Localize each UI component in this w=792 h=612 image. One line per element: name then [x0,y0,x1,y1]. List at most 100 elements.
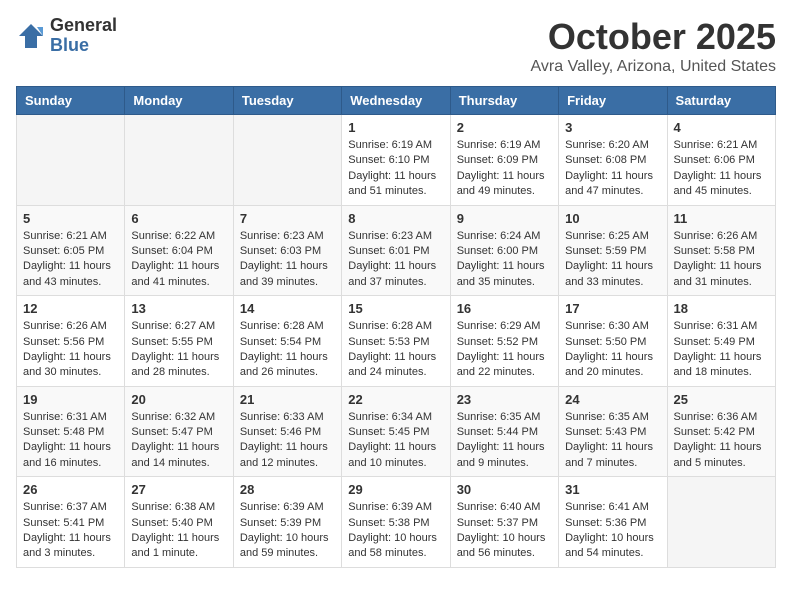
day-cell [125,115,233,206]
day-number: 29 [348,482,443,497]
day-number: 24 [565,392,660,407]
day-number: 23 [457,392,552,407]
day-number: 1 [348,120,443,135]
day-cell: 5 Sunrise: 6:21 AM Sunset: 6:05 PM Daylig… [17,205,125,296]
day-cell: 12 Sunrise: 6:26 AM Sunset: 5:56 PM Dayli… [17,296,125,387]
day-info: Sunrise: 6:28 AM Sunset: 5:53 PM Dayligh… [348,319,443,381]
day-cell: 16 Sunrise: 6:29 AM Sunset: 5:52 PM Dayli… [450,296,558,387]
day-info: Sunrise: 6:19 AM Sunset: 6:10 PM Dayligh… [348,138,443,200]
day-number: 20 [131,392,226,407]
day-cell: 21 Sunrise: 6:33 AM Sunset: 5:46 PM Dayli… [233,386,341,477]
day-cell: 6 Sunrise: 6:22 AM Sunset: 6:04 PM Daylig… [125,205,233,296]
day-cell [667,477,775,568]
day-cell: 28Sunrise: 6:39 AM Sunset: 5:39 PM Dayli… [233,477,341,568]
day-number: 30 [457,482,552,497]
day-info: Sunrise: 6:31 AM Sunset: 5:49 PM Dayligh… [674,319,769,381]
day-cell: 29 Sunrise: 6:39 AM Sunset: 5:38 PM Dayli… [342,477,450,568]
day-number: 5 [23,211,118,226]
day-info: Sunrise: 6:39 AM Sunset: 5:38 PM Dayligh… [348,500,443,562]
calendar: SundayMondayTuesdayWednesdayThursdayFrid… [16,86,776,568]
day-cell: 22Sunrise: 6:34 AM Sunset: 5:45 PM Dayli… [342,386,450,477]
day-cell: 1 Sunrise: 6:19 AM Sunset: 6:10 PM Daylig… [342,115,450,206]
month-title: October 2025 [531,16,776,58]
day-cell: 10 Sunrise: 6:25 AM Sunset: 5:59 PM Dayli… [559,205,667,296]
header: General Blue October 2025 Avra Valley, A… [16,16,776,76]
day-number: 16 [457,301,552,316]
day-cell: 25Sunrise: 6:36 AM Sunset: 5:42 PM Dayli… [667,386,775,477]
day-info: Sunrise: 6:36 AM Sunset: 5:42 PM Dayligh… [674,410,769,472]
day-info: Sunrise: 6:31 AM Sunset: 5:48 PM Dayligh… [23,410,118,472]
day-cell: 23 Sunrise: 6:35 AM Sunset: 5:44 PM Dayli… [450,386,558,477]
day-number: 26 [23,482,118,497]
weekday-header-monday: Monday [125,87,233,115]
weekday-header-friday: Friday [559,87,667,115]
day-cell: 13Sunrise: 6:27 AM Sunset: 5:55 PM Dayli… [125,296,233,387]
day-number: 27 [131,482,226,497]
day-cell: 17 Sunrise: 6:30 AM Sunset: 5:50 PM Dayli… [559,296,667,387]
day-number: 18 [674,301,769,316]
weekday-header-wednesday: Wednesday [342,87,450,115]
day-number: 11 [674,211,769,226]
day-cell: 30Sunrise: 6:40 AM Sunset: 5:37 PM Dayli… [450,477,558,568]
day-cell: 14Sunrise: 6:28 AM Sunset: 5:54 PM Dayli… [233,296,341,387]
week-row-2: 5 Sunrise: 6:21 AM Sunset: 6:05 PM Daylig… [17,205,776,296]
day-info: Sunrise: 6:41 AM Sunset: 5:36 PM Dayligh… [565,500,660,562]
title-area: October 2025 Avra Valley, Arizona, Unite… [531,16,776,76]
weekday-header-tuesday: Tuesday [233,87,341,115]
weekday-header-row: SundayMondayTuesdayWednesdayThursdayFrid… [17,87,776,115]
day-info: Sunrise: 6:32 AM Sunset: 5:47 PM Dayligh… [131,410,226,472]
day-info: Sunrise: 6:34 AM Sunset: 5:45 PM Dayligh… [348,410,443,472]
day-number: 13 [131,301,226,316]
day-info: Sunrise: 6:30 AM Sunset: 5:50 PM Dayligh… [565,319,660,381]
weekday-header-thursday: Thursday [450,87,558,115]
day-number: 10 [565,211,660,226]
day-cell: 7 Sunrise: 6:23 AM Sunset: 6:03 PM Daylig… [233,205,341,296]
day-number: 4 [674,120,769,135]
day-info: Sunrise: 6:23 AM Sunset: 6:01 PM Dayligh… [348,229,443,291]
day-cell [233,115,341,206]
day-info: Sunrise: 6:23 AM Sunset: 6:03 PM Dayligh… [240,229,335,291]
day-number: 21 [240,392,335,407]
day-cell: 15 Sunrise: 6:28 AM Sunset: 5:53 PM Dayli… [342,296,450,387]
day-number: 6 [131,211,226,226]
day-info: Sunrise: 6:28 AM Sunset: 5:54 PM Dayligh… [240,319,335,381]
day-number: 15 [348,301,443,316]
day-info: Sunrise: 6:21 AM Sunset: 6:05 PM Dayligh… [23,229,118,291]
day-number: 3 [565,120,660,135]
location-title: Avra Valley, Arizona, United States [531,58,776,76]
day-number: 7 [240,211,335,226]
week-row-3: 12 Sunrise: 6:26 AM Sunset: 5:56 PM Dayli… [17,296,776,387]
logo: General Blue [16,16,117,56]
day-number: 19 [23,392,118,407]
logo-icon [16,21,46,51]
day-number: 2 [457,120,552,135]
day-info: Sunrise: 6:25 AM Sunset: 5:59 PM Dayligh… [565,229,660,291]
logo-text: General Blue [50,16,117,56]
day-info: Sunrise: 6:26 AM Sunset: 5:58 PM Dayligh… [674,229,769,291]
week-row-4: 19 Sunrise: 6:31 AM Sunset: 5:48 PM Dayli… [17,386,776,477]
day-info: Sunrise: 6:22 AM Sunset: 6:04 PM Dayligh… [131,229,226,291]
day-info: Sunrise: 6:26 AM Sunset: 5:56 PM Dayligh… [23,319,118,381]
day-number: 12 [23,301,118,316]
weekday-header-saturday: Saturday [667,87,775,115]
day-info: Sunrise: 6:21 AM Sunset: 6:06 PM Dayligh… [674,138,769,200]
day-number: 31 [565,482,660,497]
day-number: 17 [565,301,660,316]
day-info: Sunrise: 6:20 AM Sunset: 6:08 PM Dayligh… [565,138,660,200]
day-cell: 4 Sunrise: 6:21 AM Sunset: 6:06 PM Daylig… [667,115,775,206]
day-cell: 27Sunrise: 6:38 AM Sunset: 5:40 PM Dayli… [125,477,233,568]
day-info: Sunrise: 6:19 AM Sunset: 6:09 PM Dayligh… [457,138,552,200]
day-info: Sunrise: 6:39 AM Sunset: 5:39 PM Dayligh… [240,500,335,562]
day-cell: 3 Sunrise: 6:20 AM Sunset: 6:08 PM Daylig… [559,115,667,206]
day-cell: 11 Sunrise: 6:26 AM Sunset: 5:58 PM Dayli… [667,205,775,296]
day-info: Sunrise: 6:35 AM Sunset: 5:44 PM Dayligh… [457,410,552,472]
weekday-header-sunday: Sunday [17,87,125,115]
day-cell: 20 Sunrise: 6:32 AM Sunset: 5:47 PM Dayli… [125,386,233,477]
day-info: Sunrise: 6:33 AM Sunset: 5:46 PM Dayligh… [240,410,335,472]
week-row-5: 26 Sunrise: 6:37 AM Sunset: 5:41 PM Dayli… [17,477,776,568]
day-info: Sunrise: 6:29 AM Sunset: 5:52 PM Dayligh… [457,319,552,381]
day-cell: 26 Sunrise: 6:37 AM Sunset: 5:41 PM Dayli… [17,477,125,568]
day-cell: 19 Sunrise: 6:31 AM Sunset: 5:48 PM Dayli… [17,386,125,477]
day-info: Sunrise: 6:37 AM Sunset: 5:41 PM Dayligh… [23,500,118,562]
day-cell: 2 Sunrise: 6:19 AM Sunset: 6:09 PM Daylig… [450,115,558,206]
